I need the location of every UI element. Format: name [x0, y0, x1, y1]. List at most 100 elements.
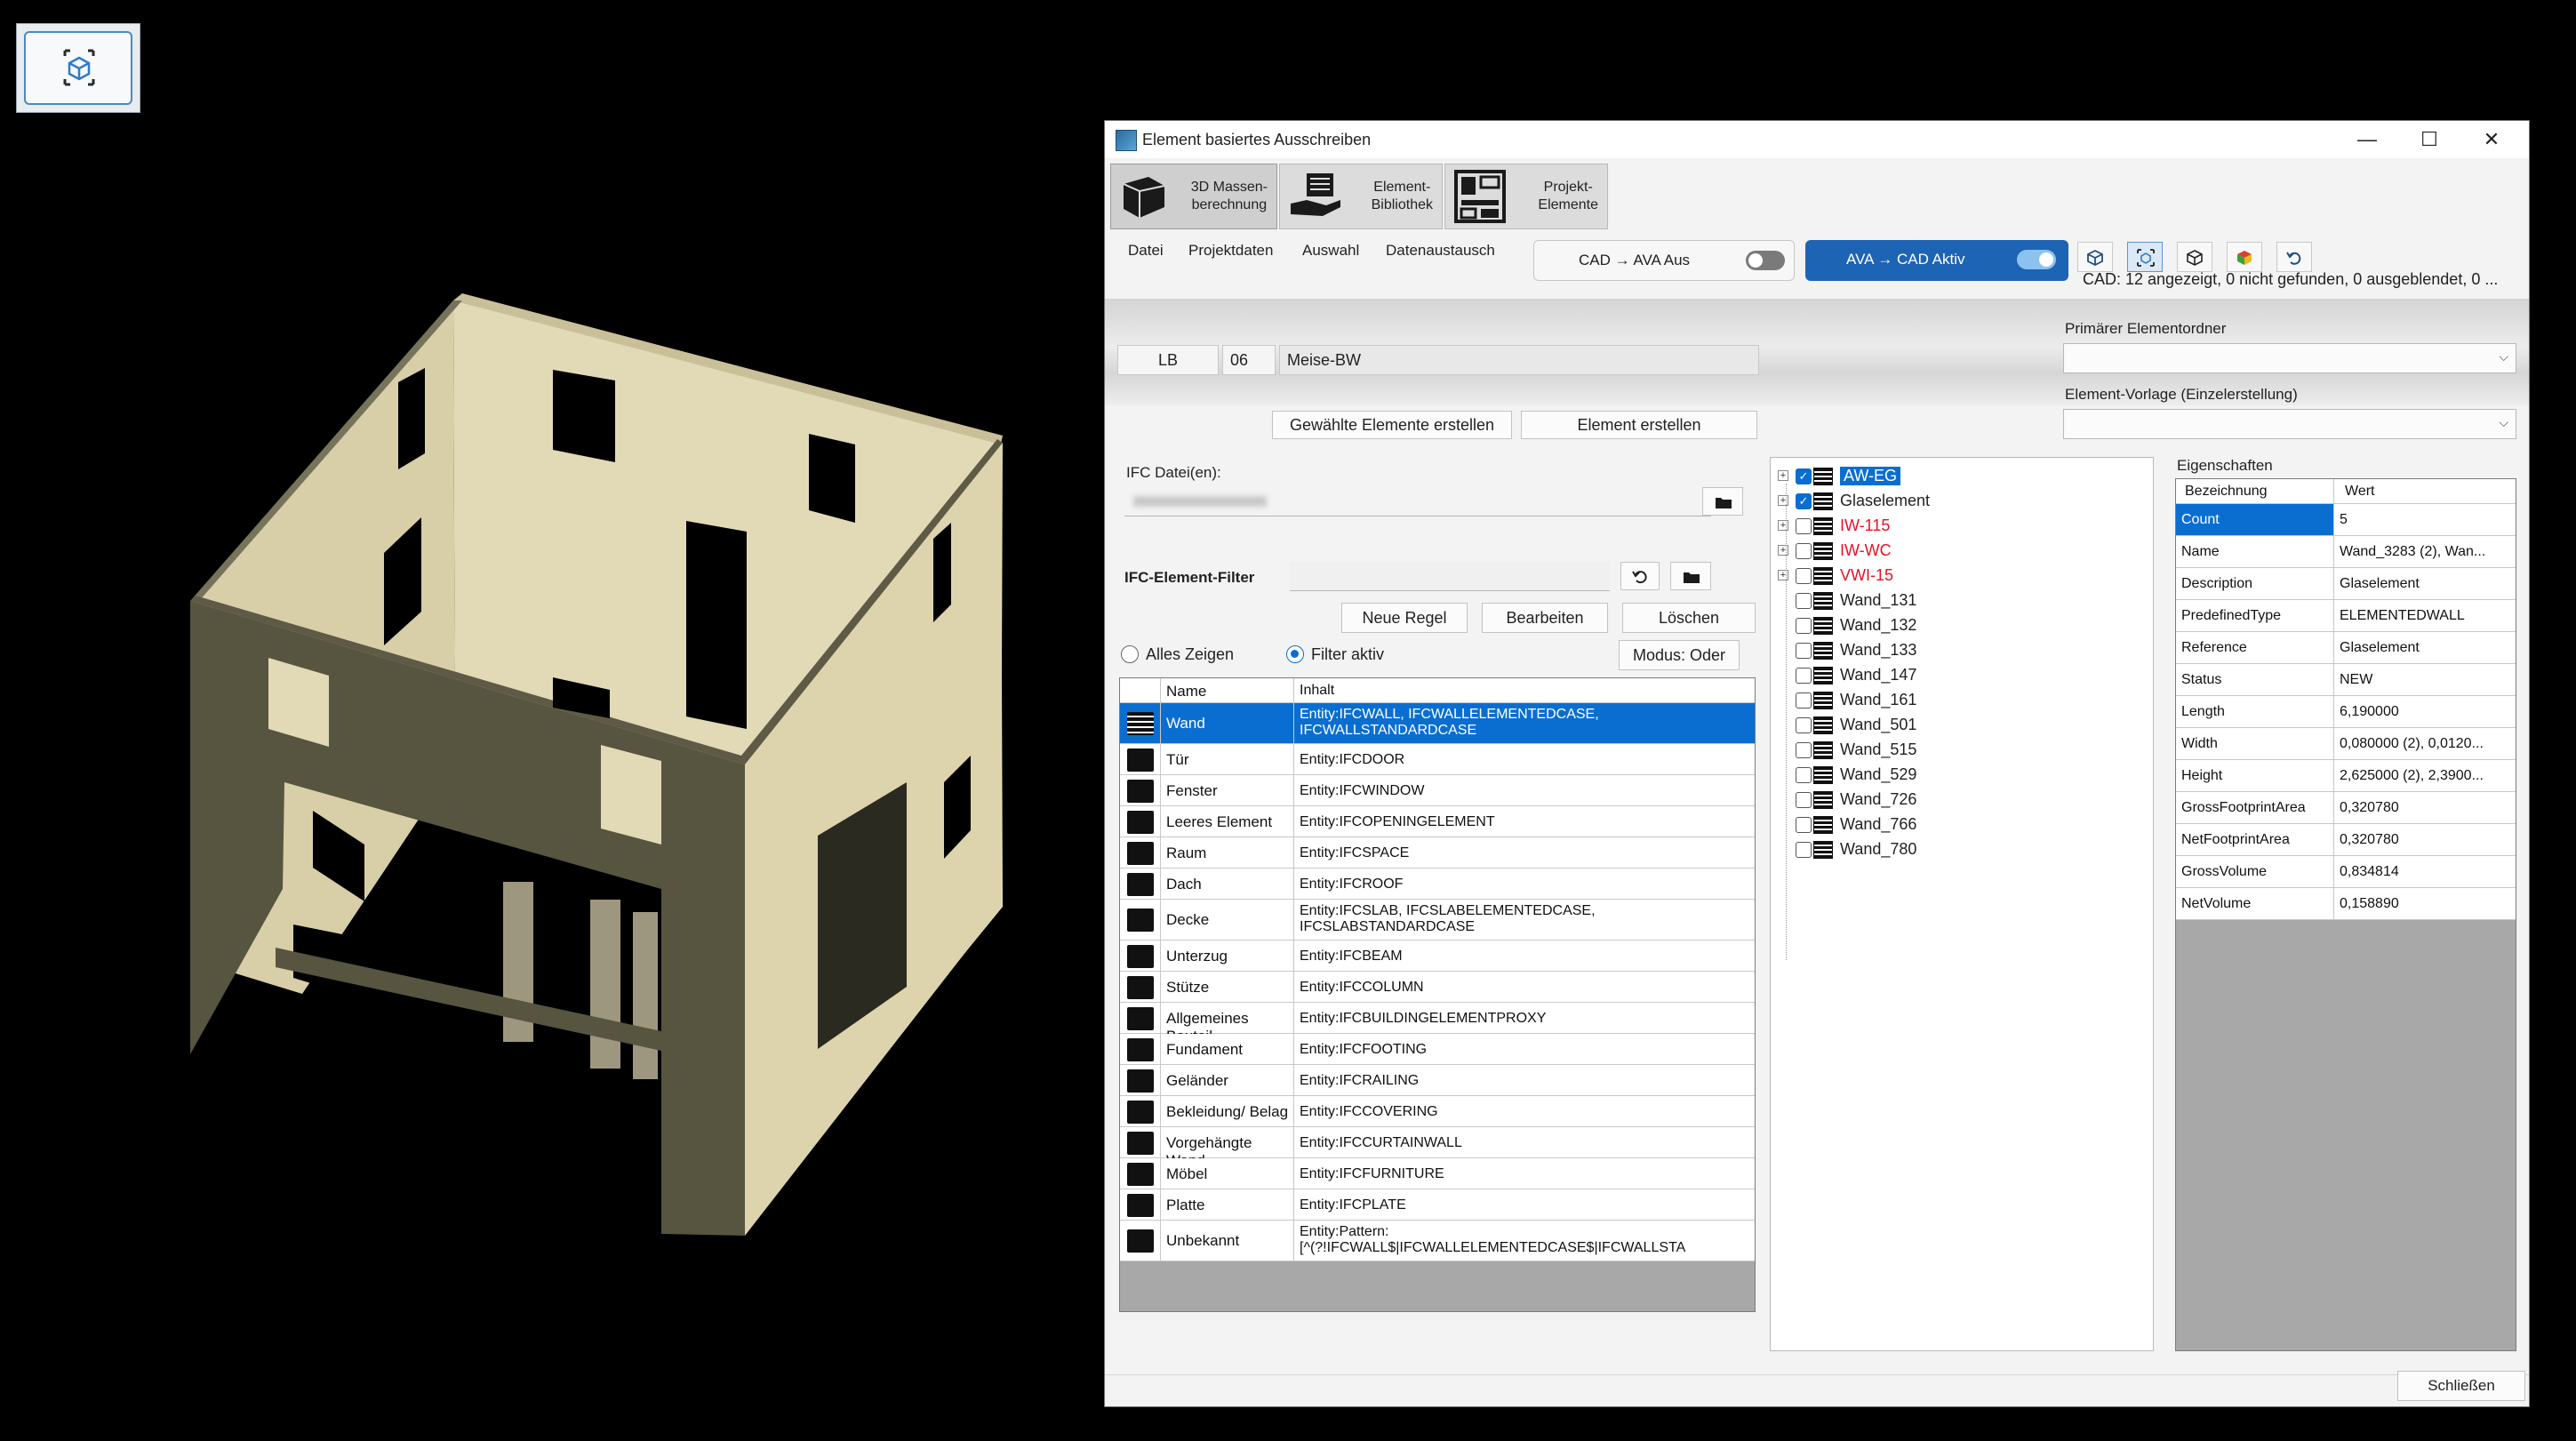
radio-show-all[interactable] — [1121, 645, 1139, 663]
filter-row[interactable]: Bekleidung/ Belag Entity:IFCCOVERING — [1120, 1096, 1755, 1127]
menu-datenaustausch[interactable]: Datenaustausch — [1386, 242, 1495, 260]
cad-to-ava-switch[interactable] — [1746, 251, 1785, 270]
tree-item-label: Wand_529 — [1840, 765, 1917, 783]
filter-row[interactable]: Unbekannt Entity:Pattern: [^(?!IFCWALL$|I… — [1120, 1221, 1755, 1261]
filter-row[interactable]: Stütze Entity:IFCCOLUMN — [1120, 972, 1755, 1003]
filter-row-icon-cell — [1122, 941, 1161, 971]
tree-checkbox[interactable] — [1796, 668, 1812, 684]
tree-checkbox[interactable] — [1796, 842, 1812, 858]
tree-checkbox[interactable] — [1796, 792, 1812, 808]
tree-checkbox[interactable]: ✓ — [1796, 468, 1812, 484]
fit-view-button[interactable] — [2127, 242, 2163, 272]
property-row[interactable]: Height 2,625000 (2), 2,3900... — [2176, 760, 2516, 792]
filter-row-icon-cell — [1122, 775, 1161, 805]
open-filter-button[interactable] — [1670, 562, 1711, 590]
reload-filter-button[interactable] — [1620, 562, 1660, 590]
expand-icon[interactable]: + — [1778, 520, 1788, 531]
expand-icon[interactable]: + — [1778, 470, 1788, 481]
create-selected-button[interactable]: Gewählte Elemente erstellen — [1272, 411, 1512, 439]
3d-building-model[interactable] — [0, 0, 1102, 1441]
template-select[interactable]: ⌵ — [2063, 409, 2516, 439]
property-row[interactable]: Width 0,080000 (2), 0,0120... — [2176, 728, 2516, 760]
minimize-icon[interactable]: — — [2340, 124, 2394, 155]
menu-projektdaten[interactable]: Projektdaten — [1188, 242, 1273, 260]
undo-button[interactable] — [2276, 242, 2312, 272]
lb-name-field[interactable]: Meise-BW — [1279, 345, 1759, 375]
property-row[interactable]: PredefinedType ELEMENTEDWALL — [2176, 600, 2516, 632]
color-cube-button[interactable] — [2227, 242, 2262, 272]
close-icon[interactable]: ✕ — [2465, 124, 2518, 155]
tree-checkbox[interactable] — [1796, 593, 1812, 609]
property-row[interactable]: Reference Glaselement — [2176, 632, 2516, 664]
filter-row[interactable]: Unterzug Entity:IFCBEAM — [1120, 941, 1755, 972]
close-button[interactable]: Schließen — [2397, 1371, 2525, 1401]
expand-icon[interactable]: + — [1778, 545, 1788, 556]
tree-checkbox[interactable] — [1796, 568, 1812, 584]
maximize-icon[interactable]: ☐ — [2403, 124, 2456, 155]
open-ifc-button[interactable] — [1702, 487, 1743, 516]
ifc-file-path[interactable] — [1124, 487, 1711, 516]
tree-checkbox[interactable]: ✓ — [1796, 493, 1812, 509]
property-row[interactable]: Name Wand_3283 (2), Wan... — [2176, 536, 2516, 568]
filter-row[interactable]: Platte Entity:IFCPLATE — [1120, 1189, 1755, 1221]
ifc-filter-input[interactable] — [1290, 562, 1610, 591]
radio-filter-active[interactable] — [1286, 645, 1304, 663]
ribbon-projekt-elemente[interactable]: Projekt- Elemente — [1444, 164, 1608, 229]
ribbon-element-bibliothek[interactable]: Element- Bibliothek — [1279, 164, 1443, 229]
tree-checkbox[interactable] — [1796, 767, 1812, 783]
filter-row[interactable]: Tür Entity:IFCDOOR — [1120, 744, 1755, 775]
property-row[interactable]: NetVolume 0,158890 — [2176, 888, 2516, 920]
tree-checkbox[interactable] — [1796, 643, 1812, 659]
ava-to-cad-toggle[interactable]: AVA → CAD Aktiv — [1805, 240, 2068, 281]
filter-row[interactable]: Fenster Entity:IFCWINDOW — [1120, 775, 1755, 806]
tree-checkbox[interactable] — [1796, 518, 1812, 534]
tree-checkbox[interactable] — [1796, 692, 1812, 708]
tree-checkbox[interactable] — [1796, 742, 1812, 758]
filter-row[interactable]: Möbel Entity:IFCFURNITURE — [1120, 1158, 1755, 1189]
ribbon-3d-massen[interactable]: 3D Massen- berechnung — [1110, 164, 1277, 229]
filter-row[interactable]: Leeres Element Entity:IFCOPENINGELEMENT — [1120, 806, 1755, 837]
menu-datei[interactable]: Datei — [1128, 242, 1164, 260]
filter-row[interactable]: Wand Entity:IFCWALL, IFCWALLELEMENTEDCASE… — [1120, 703, 1755, 744]
title-bar[interactable]: Element basiertes Ausschreiben — ☐ ✕ — [1105, 121, 2529, 158]
filter-row[interactable]: Fundament Entity:IFCFOOTING — [1120, 1034, 1755, 1065]
expand-icon[interactable]: + — [1778, 570, 1788, 580]
tree-checkbox[interactable] — [1796, 618, 1812, 634]
filter-row-name: Fundament — [1166, 1040, 1243, 1058]
cube-view-button[interactable] — [2077, 242, 2113, 272]
filter-row[interactable]: Dach Entity:IFCROOF — [1120, 869, 1755, 900]
tree-checkbox[interactable] — [1796, 817, 1812, 833]
view-mode-button[interactable] — [16, 23, 140, 113]
filter-row[interactable]: Decke Entity:IFCSLAB, IFCSLABELEMENTEDCAS… — [1120, 900, 1755, 941]
expand-icon[interactable]: + — [1778, 495, 1788, 506]
ava-to-cad-switch[interactable] — [2017, 250, 2056, 269]
property-row[interactable]: Count 5 — [2176, 504, 2516, 536]
mode-button[interactable]: Modus: Oder — [1619, 640, 1740, 670]
property-row[interactable]: GrossFootprintArea 0,320780 — [2176, 792, 2516, 824]
tree-checkbox[interactable] — [1796, 717, 1812, 733]
primary-folder-label: Primärer Elementordner — [2065, 320, 2227, 337]
filter-row[interactable]: Vorgehängte WandEntity:IFCCURTAINWALL — [1120, 1127, 1755, 1169]
new-rule-button[interactable]: Neue Regel — [1341, 603, 1468, 633]
property-value: Glaselement — [2340, 576, 2420, 591]
element-tree[interactable]: + ✓ AW-EG + ✓ Glaselement + IW-115 + IW-WC + VWI-15… — [1770, 457, 2154, 1351]
property-row[interactable]: NetFootprintArea 0,320780 — [2176, 824, 2516, 856]
filter-row[interactable]: Geländer Entity:IFCRAILING — [1120, 1065, 1755, 1096]
cad-to-ava-toggle[interactable]: CAD → AVA Aus — [1533, 240, 1795, 281]
property-row[interactable]: GrossVolume 0,834814 — [2176, 856, 2516, 888]
delete-rule-button[interactable]: Löschen — [1622, 603, 1756, 633]
filter-row[interactable]: Allgemeines BauteilEntity:IFCBUILDINGELE… — [1120, 1003, 1755, 1045]
property-row[interactable]: Description Glaselement — [2176, 568, 2516, 600]
tree-checkbox[interactable] — [1796, 543, 1812, 559]
edit-rule-button[interactable]: Bearbeiten — [1482, 603, 1608, 633]
create-element-button[interactable]: Element erstellen — [1521, 411, 1757, 439]
primary-folder-select[interactable]: ⌵ — [2063, 343, 2516, 373]
property-row[interactable]: Status NEW — [2176, 664, 2516, 696]
lb-number-field[interactable]: 06 — [1222, 345, 1276, 375]
wall-icon — [1813, 841, 1833, 859]
solid-cube-button[interactable] — [2177, 242, 2212, 272]
filter-row[interactable]: Raum Entity:IFCSPACE — [1120, 837, 1755, 869]
property-row[interactable]: Length 6,190000 — [2176, 696, 2516, 728]
wall-icon — [1813, 617, 1833, 635]
menu-auswahl[interactable]: Auswahl — [1302, 242, 1359, 260]
